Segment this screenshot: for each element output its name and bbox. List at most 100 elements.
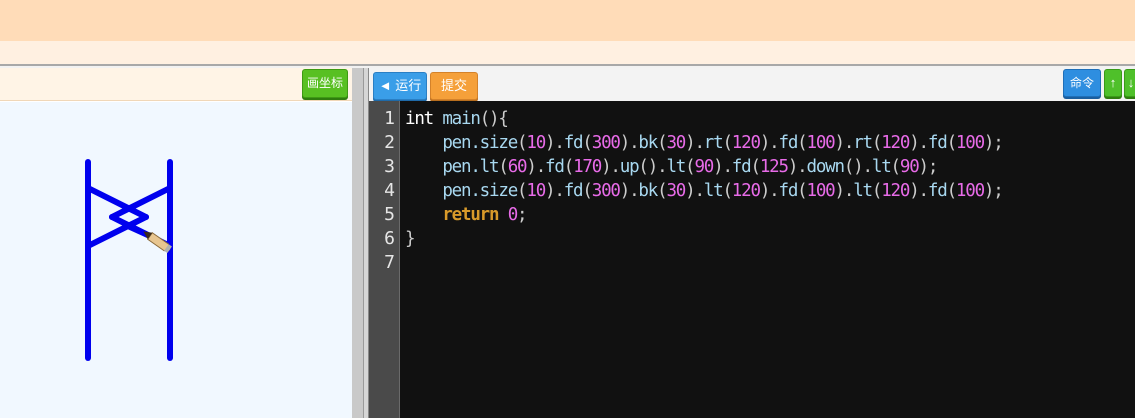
- code-token: 120: [731, 133, 761, 153]
- code-token: ).: [545, 133, 565, 153]
- code-token: 125: [759, 157, 789, 177]
- code-line[interactable]: int main(){: [405, 107, 509, 131]
- code-token: );: [983, 181, 1004, 201]
- code-token: (: [871, 181, 883, 201]
- code-token: 10: [526, 133, 546, 153]
- code-token: (){: [479, 109, 509, 129]
- code-panel: ◄ 运行 提交 命令 ↑ ↓ 1 2 3 4 5 6 7 int main(){ pen.s…: [368, 68, 1135, 418]
- code-token: 30: [666, 181, 686, 201]
- code-token: pen.size: [405, 133, 518, 153]
- drawing-panel: 画坐标: [0, 68, 352, 418]
- code-token: }: [405, 229, 416, 249]
- run-button[interactable]: ◄ 运行: [373, 72, 427, 100]
- code-line[interactable]: pen.size(10).fd(300).bk(30).lt(120).fd(1…: [405, 179, 1003, 203]
- code-token: 120: [881, 133, 910, 153]
- code-token: down: [806, 157, 846, 177]
- code-line[interactable]: }: [405, 227, 416, 251]
- line-number: 5: [384, 204, 395, 225]
- code-token: 120: [731, 181, 761, 201]
- code-token: lt: [666, 157, 686, 177]
- code-token: ).: [545, 181, 565, 201]
- code-token: 90: [694, 157, 714, 177]
- code-line[interactable]: return 0;: [405, 203, 528, 227]
- line-number: 2: [384, 132, 395, 153]
- code-token: (: [946, 133, 958, 153]
- line-number: 3: [384, 156, 395, 177]
- code-token: fd: [927, 133, 948, 153]
- code-token: lt: [853, 181, 873, 201]
- code-token: );: [918, 157, 939, 177]
- code-toolbar: ◄ 运行 提交 命令 ↑ ↓: [369, 68, 1135, 101]
- move-down-button[interactable]: ↓: [1124, 69, 1135, 97]
- code-token: (: [890, 157, 902, 177]
- code-token: ).: [759, 181, 780, 201]
- line-number: 6: [384, 228, 395, 249]
- code-token: bk: [638, 181, 658, 201]
- line-number: 1: [384, 108, 395, 129]
- code-token: rt: [853, 133, 873, 153]
- code-editor[interactable]: 1234567 int main(){ pen.size(10).fd(300)…: [369, 101, 1135, 418]
- code-token: (: [722, 133, 733, 153]
- code-token: ).: [526, 157, 546, 177]
- code-token: ).: [787, 157, 808, 177]
- code-token: ).: [685, 181, 705, 201]
- code-token: ).: [619, 133, 640, 153]
- code-token: fd: [563, 133, 584, 153]
- code-token: ).: [601, 157, 621, 177]
- code-token: 100: [806, 181, 836, 201]
- code-token: (: [946, 181, 958, 201]
- code-token: fd: [731, 157, 752, 177]
- code-token: (: [517, 133, 528, 153]
- splitter-handle[interactable]: [352, 68, 364, 418]
- turtle-canvas[interactable]: [0, 102, 352, 418]
- code-token: 100: [955, 181, 985, 201]
- code-token: lt: [703, 181, 724, 201]
- code-token: (: [797, 181, 808, 201]
- code-token: ().: [638, 157, 667, 177]
- code-token: 300: [591, 181, 621, 201]
- code-token: 170: [573, 157, 602, 177]
- line-number-gutter: 1 2 3 4 5 6 7: [369, 101, 400, 418]
- draw-coordinates-button[interactable]: 画坐标: [301, 69, 348, 98]
- code-token: up: [619, 157, 640, 177]
- code-token: fd: [927, 181, 948, 201]
- code-token: (: [517, 181, 528, 201]
- line-number: 4: [384, 180, 395, 201]
- panel-splitter[interactable]: [352, 68, 368, 418]
- code-token: bk: [638, 133, 658, 153]
- code-token: (: [582, 181, 593, 201]
- code-token: return: [405, 205, 508, 225]
- code-token: pen.size: [405, 181, 518, 201]
- code-token: pen.lt: [405, 157, 499, 177]
- code-token: 10: [526, 181, 546, 201]
- code-token: (: [871, 133, 883, 153]
- code-token: fd: [563, 181, 584, 201]
- code-token: rt: [703, 133, 724, 153]
- code-token: ).: [909, 181, 929, 201]
- code-token: ).: [619, 181, 640, 201]
- turtle-drawing: [85, 159, 173, 361]
- code-token: 90: [899, 157, 920, 177]
- code-token: (: [797, 133, 808, 153]
- code-token: ).: [909, 133, 929, 153]
- code-token: ().: [843, 157, 873, 177]
- code-token: ).: [713, 157, 733, 177]
- code-token: ;: [517, 205, 528, 225]
- code-token: main: [442, 109, 481, 129]
- code-line[interactable]: pen.size(10).fd(300).bk(30).rt(120).fd(1…: [405, 131, 1003, 155]
- line-number: 7: [384, 252, 395, 273]
- code-token: (: [722, 181, 733, 201]
- command-button[interactable]: 命令: [1063, 69, 1101, 97]
- code-token: ).: [759, 133, 780, 153]
- drawing-toolbar: 画坐标: [0, 68, 352, 101]
- submit-button[interactable]: 提交: [430, 72, 478, 100]
- code-token: ).: [834, 181, 855, 201]
- code-token: 100: [806, 133, 836, 153]
- code-token: (: [498, 157, 509, 177]
- code-token: ).: [685, 133, 705, 153]
- code-token: 0: [507, 205, 519, 225]
- move-up-button[interactable]: ↑: [1104, 69, 1122, 97]
- code-line[interactable]: pen.lt(60).fd(170).up().lt(90).fd(125).d…: [405, 155, 939, 179]
- code-token: fd: [778, 133, 798, 153]
- code-token: (: [582, 133, 593, 153]
